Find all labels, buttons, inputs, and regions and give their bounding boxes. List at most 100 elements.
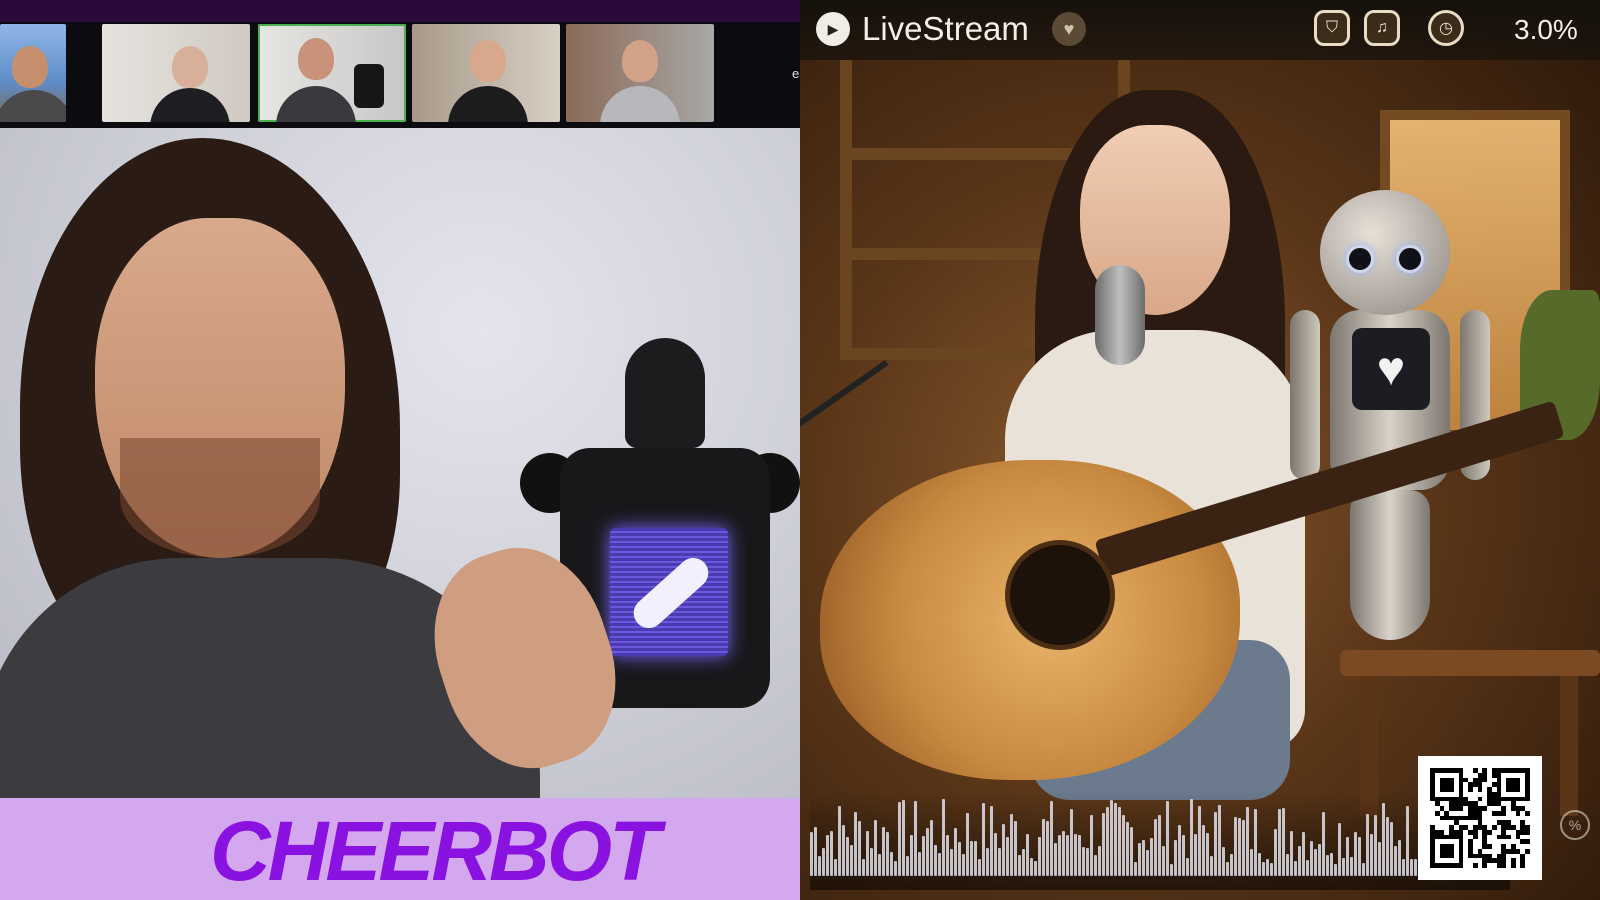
- waveform-bar: [918, 852, 921, 876]
- more-participants-indicator[interactable]: e: [792, 66, 799, 81]
- waveform-bar: [1198, 806, 1201, 876]
- waveform-bar: [826, 835, 829, 876]
- waveform-bar: [1374, 815, 1377, 876]
- waveform-bar: [974, 841, 977, 876]
- participant-tile-1[interactable]: [0, 24, 66, 122]
- waveform-bar: [1238, 818, 1241, 876]
- waveform-bar: [1406, 806, 1409, 876]
- waveform-bar: [850, 845, 853, 876]
- waveform-bar: [822, 848, 825, 876]
- waveform-bar: [986, 848, 989, 876]
- robot-head: [1320, 190, 1450, 315]
- waveform-bar: [1394, 846, 1397, 876]
- waveform-bar: [1274, 829, 1277, 876]
- participant-thumbnail-strip: e: [0, 0, 800, 128]
- participant-tile-5[interactable]: [566, 24, 714, 122]
- waveform-bar: [1390, 822, 1393, 876]
- livestream-panel: ♥ ▶ LiveStream ♥ ⛉ ♫ ◷ 3.0% %: [800, 0, 1600, 900]
- waveform-bar: [1254, 809, 1257, 876]
- waveform-bar: [1074, 834, 1077, 876]
- shield-icon[interactable]: ⛉: [1314, 10, 1350, 46]
- waveform-bar: [966, 813, 969, 876]
- waveform-bar: [910, 835, 913, 876]
- waveform-bar: [994, 833, 997, 876]
- waveform-bar: [1318, 844, 1321, 876]
- waveform-bar: [1126, 822, 1129, 876]
- waveform-bar: [1334, 864, 1337, 876]
- robot-base: [1350, 490, 1430, 640]
- robot-led-screen: [610, 528, 728, 656]
- waveform-bar: [1086, 848, 1089, 876]
- livestream-top-bar: ▶ LiveStream ♥ ⛉ ♫ ◷ 3.0%: [800, 0, 1600, 60]
- waveform-bar: [1358, 837, 1361, 876]
- host-beard: [120, 438, 320, 558]
- qr-code-icon[interactable]: [1418, 756, 1542, 880]
- waveform-bar: [1246, 807, 1249, 876]
- waveform-bar: [898, 802, 901, 876]
- waveform-bar: [1058, 835, 1061, 876]
- waveform-bar: [834, 859, 837, 876]
- waveform-bar: [1414, 859, 1417, 876]
- waveform-bar: [1054, 843, 1057, 876]
- waveform-bar: [1098, 846, 1101, 876]
- play-icon[interactable]: ▶: [816, 12, 850, 46]
- participant-tile-3-active[interactable]: [258, 24, 406, 122]
- waveform-bar: [818, 856, 821, 876]
- heart-icon[interactable]: ♥: [1052, 12, 1086, 46]
- table-leg: [1560, 676, 1578, 816]
- waveform-bar: [1062, 831, 1065, 876]
- waveform-bar: [1050, 801, 1053, 876]
- waveform-bar: [1026, 834, 1029, 876]
- waveform-bar: [1294, 861, 1297, 876]
- waveform-bar: [1178, 825, 1181, 876]
- waveform-bar: [902, 800, 905, 876]
- waveform-bar: [854, 812, 857, 876]
- waveform-bar: [894, 861, 897, 876]
- waveform-bar: [1122, 815, 1125, 876]
- waveform-bar: [1210, 856, 1213, 876]
- robot-eye-left: [1346, 245, 1374, 273]
- lower-third-title: CHEERBOT: [210, 804, 660, 898]
- waveform-bar: [922, 836, 925, 876]
- waveform-bar: [1150, 838, 1153, 876]
- waveform-bar: [1022, 849, 1025, 876]
- waveform-bar: [1402, 859, 1405, 876]
- bell-icon[interactable]: ♫: [1364, 10, 1400, 46]
- waveform-bar: [1342, 858, 1345, 876]
- waveform-bar: [954, 828, 957, 876]
- waveform-bar: [1258, 853, 1261, 876]
- waveform-bar: [1222, 847, 1225, 876]
- waveform-bar: [830, 831, 833, 876]
- waveform-bar: [1398, 840, 1401, 876]
- waveform-bar: [1322, 812, 1325, 876]
- waveform-bar: [1006, 837, 1009, 876]
- waveform-bar: [1162, 846, 1165, 876]
- guitar-soundhole: [1005, 540, 1115, 650]
- waveform-bar: [878, 854, 881, 876]
- lower-third-banner: CHEERBOT: [0, 798, 800, 900]
- waveform-bar: [998, 848, 1001, 876]
- waveform-bar: [1138, 843, 1141, 876]
- waveform-bar: [1038, 837, 1041, 876]
- waveform-bar: [1250, 849, 1253, 876]
- waveform-bar: [1170, 864, 1173, 876]
- waveform-bar: [1114, 803, 1117, 876]
- waveform-bar: [1190, 799, 1193, 876]
- clock-icon[interactable]: ◷: [1428, 10, 1464, 46]
- percent-icon[interactable]: %: [1560, 810, 1590, 840]
- waveform-bar: [1202, 825, 1205, 876]
- qr-code-pattern: [1430, 768, 1530, 868]
- waveform-bar: [858, 821, 861, 876]
- waveform-bar: [1010, 814, 1013, 876]
- participant-tile-2[interactable]: [102, 24, 250, 122]
- waveform-bar: [1306, 860, 1309, 876]
- waveform-bar: [1042, 819, 1045, 876]
- participant-tile-4[interactable]: [412, 24, 560, 122]
- waveform-bar: [1366, 814, 1369, 876]
- waveform-bar: [1354, 832, 1357, 876]
- side-table: [1340, 650, 1600, 676]
- waveform-bar: [1326, 855, 1329, 876]
- waveform-bar: [1386, 817, 1389, 876]
- waveform-bar: [1214, 812, 1217, 876]
- waveform-bar: [882, 827, 885, 876]
